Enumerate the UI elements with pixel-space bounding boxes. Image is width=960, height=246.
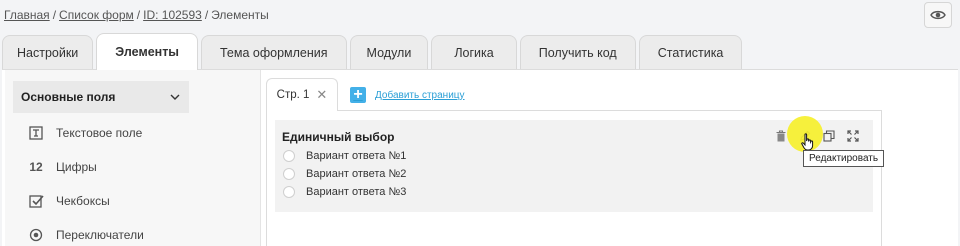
breadcrumb: Главная / Список форм / ID: 102593/Элементы bbox=[4, 8, 269, 22]
tab-elements[interactable]: Элементы bbox=[96, 33, 198, 70]
edit-tooltip: Редактировать bbox=[803, 150, 885, 167]
field-item-label: Текстовое поле bbox=[56, 126, 143, 140]
fields-group-label: Основные поля bbox=[21, 90, 116, 104]
radio-button[interactable] bbox=[283, 186, 295, 198]
tab-settings[interactable]: Настройки bbox=[2, 35, 94, 70]
field-item-radios[interactable]: Переключатели bbox=[27, 225, 144, 245]
page-tab[interactable]: Стр. 1 ✕ bbox=[266, 78, 338, 111]
field-item-text[interactable]: Текстовое поле bbox=[27, 123, 142, 143]
tab-modules[interactable]: Модули bbox=[349, 35, 429, 70]
preview-button[interactable] bbox=[924, 2, 952, 28]
question-title: Единичный выбор bbox=[282, 130, 395, 144]
eye-icon bbox=[930, 10, 946, 20]
main-tabs: Настройки Элементы Тема оформления Модул… bbox=[2, 33, 745, 70]
numbers-icon: 12 bbox=[29, 160, 43, 174]
close-icon[interactable]: ✕ bbox=[316, 87, 327, 103]
question-block[interactable]: Единичный выбор Вариант ответа №1 Вариан… bbox=[275, 120, 873, 212]
breadcrumb-separator: / bbox=[136, 8, 141, 22]
page-tab-label: Стр. 1 bbox=[276, 89, 310, 101]
radio-icon bbox=[27, 226, 45, 244]
expand-icon[interactable] bbox=[841, 126, 865, 146]
field-item-label: Переключатели bbox=[56, 228, 144, 242]
breadcrumb-separator: / bbox=[204, 8, 209, 22]
plus-icon: + bbox=[350, 87, 366, 103]
text-field-icon bbox=[27, 124, 45, 142]
tab-get-code[interactable]: Получить код bbox=[519, 35, 636, 70]
field-item-numbers[interactable]: 12 Цифры bbox=[27, 157, 97, 177]
breadcrumb-current: Элементы bbox=[211, 8, 269, 22]
option-item[interactable]: Вариант ответа №2 bbox=[283, 168, 406, 180]
radio-button[interactable] bbox=[283, 150, 295, 162]
option-label: Вариант ответа №3 bbox=[306, 186, 407, 198]
option-label: Вариант ответа №2 bbox=[306, 168, 407, 180]
fields-group-header[interactable]: Основные поля bbox=[13, 81, 189, 113]
field-item-label: Цифры bbox=[56, 160, 97, 174]
add-page-label: Добавить страницу bbox=[375, 89, 465, 101]
option-label: Вариант ответа №1 bbox=[306, 150, 407, 162]
tab-statistics[interactable]: Статистика bbox=[638, 35, 743, 70]
breadcrumb-forms-link[interactable]: Список форм bbox=[59, 8, 134, 22]
breadcrumb-separator: / bbox=[52, 8, 57, 22]
hand-cursor-icon bbox=[801, 133, 814, 151]
option-item[interactable]: Вариант ответа №3 bbox=[283, 186, 406, 198]
field-item-label: Чекбоксы bbox=[56, 194, 110, 208]
checkbox-icon bbox=[27, 192, 45, 210]
option-item[interactable]: Вариант ответа №1 bbox=[283, 150, 406, 162]
radio-button[interactable] bbox=[283, 168, 295, 180]
add-page-button[interactable]: + Добавить страницу bbox=[350, 87, 465, 103]
breadcrumb-home-link[interactable]: Главная bbox=[4, 8, 50, 22]
tab-logic[interactable]: Логика bbox=[431, 35, 517, 70]
fields-sidebar: Основные поля Текстовое поле 12 Цифры Че… bbox=[5, 70, 261, 246]
field-item-checkboxes[interactable]: Чекбоксы bbox=[27, 191, 110, 211]
tab-theme[interactable]: Тема оформления bbox=[201, 35, 347, 70]
breadcrumb-id-link[interactable]: ID: 102593 bbox=[143, 8, 202, 22]
chevron-down-icon bbox=[170, 94, 180, 100]
